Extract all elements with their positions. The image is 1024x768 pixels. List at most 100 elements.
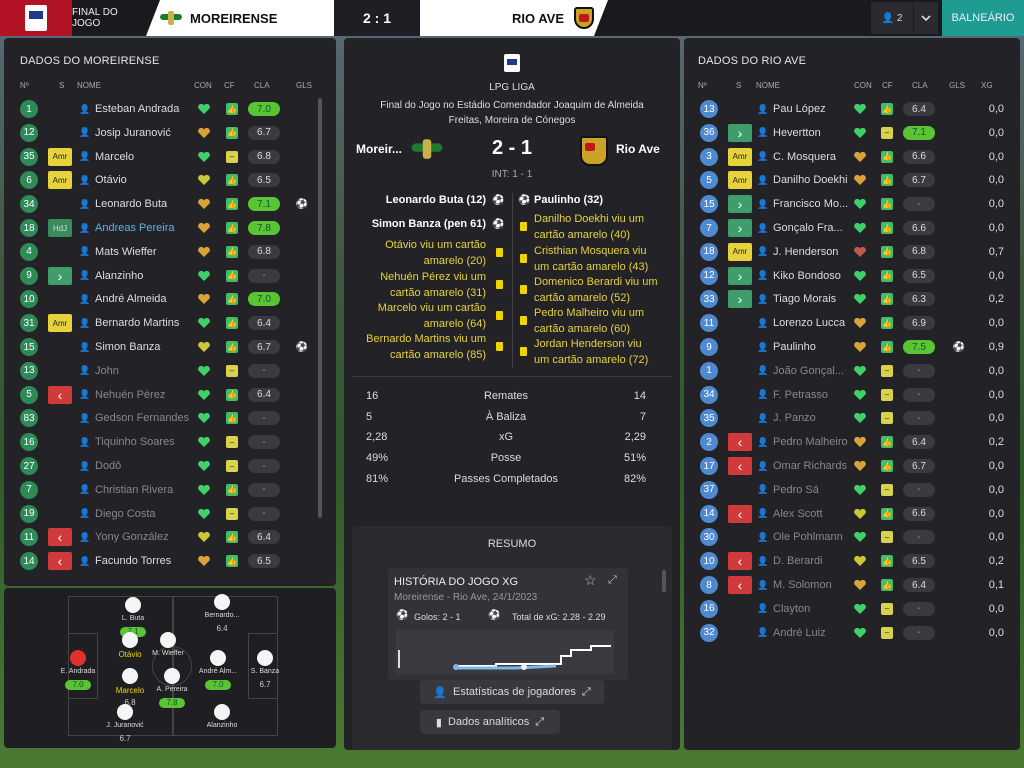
player-name[interactable]: Tiago Morais (773, 288, 855, 310)
player-row[interactable]: 17 ‹ 👤 Omar Richards 👍 6.7 0,0 (696, 455, 1004, 477)
player-row[interactable]: 5 ‹ 👤 Nehuén Pérez 👍 6.4 (16, 384, 316, 406)
player-name[interactable]: Hevertton (773, 122, 855, 144)
player-name[interactable]: Francisco Mo... (773, 193, 855, 215)
player-name[interactable]: D. Berardi (773, 550, 855, 572)
col-num[interactable]: Nº (20, 81, 29, 90)
player-name[interactable]: Marcelo (95, 146, 195, 168)
player-row[interactable]: 9 › 👤 Alanzinho 👍 - (16, 265, 316, 287)
home-team-tab[interactable]: MOREIRENSE (146, 0, 334, 36)
player-name[interactable]: Gonçalo Fra... (773, 217, 855, 239)
col-name[interactable]: NOME (77, 81, 101, 90)
player-row[interactable]: 12 › 👤 Kiko Bondoso 👍 6.5 0,0 (696, 265, 1004, 287)
col-rating[interactable]: CLA (254, 81, 270, 90)
player-row[interactable]: 35 👤 J. Panzo – - 0,0 (696, 407, 1004, 429)
player-name[interactable]: Alanzinho (95, 265, 195, 287)
player-row[interactable]: 33 › 👤 Tiago Morais 👍 6.3 0,2 (696, 288, 1004, 310)
player-name[interactable]: Otávio (95, 169, 195, 191)
player-name[interactable]: Danilho Doekhi (773, 169, 855, 191)
col-rating[interactable]: CLA (912, 81, 928, 90)
player-name[interactable]: Paulinho (773, 336, 855, 358)
col-condition[interactable]: CON (194, 81, 212, 90)
player-row[interactable]: 1 👤 Esteban Andrada 👍 7.0 (16, 98, 316, 120)
player-row[interactable]: 31 Amr 👤 Bernardo Martins 👍 6.4 (16, 312, 316, 334)
player-row[interactable]: 15 👤 Simon Banza 👍 6.7 ⚽ (16, 336, 316, 358)
player-row[interactable]: 5 Amr 👤 Danilho Doekhi 👍 6.7 0,0 (696, 169, 1004, 191)
menu-dropdown-button[interactable] (914, 2, 938, 34)
player-row[interactable]: 13 👤 Pau López 👍 6.4 0,0 (696, 98, 1004, 120)
player-name[interactable]: Andreas Pereira (95, 217, 195, 239)
player-name[interactable]: Omar Richards (773, 455, 855, 477)
player-name[interactable]: C. Mosquera (773, 146, 855, 168)
player-name[interactable]: Clayton (773, 598, 855, 620)
player-name[interactable]: M. Solomon (773, 574, 855, 596)
player-name[interactable]: André Luiz (773, 622, 855, 644)
player-name[interactable]: Esteban Andrada (95, 98, 195, 120)
player-name[interactable]: J. Panzo (773, 407, 855, 429)
player-name[interactable]: Kiko Bondoso (773, 265, 855, 287)
col-sub[interactable]: S (736, 81, 741, 90)
player-name[interactable]: Facundo Torres (95, 550, 195, 572)
analytics-button[interactable]: ▮ Dados analíticos ⤢ (420, 710, 560, 734)
player-row[interactable]: 8 ‹ 👤 M. Solomon 👍 6.4 0,1 (696, 574, 1004, 596)
player-row[interactable]: 37 👤 Pedro Sá – - 0,0 (696, 479, 1004, 501)
player-row[interactable]: 10 ‹ 👤 D. Berardi 👍 6.5 0,2 (696, 550, 1004, 572)
player-row[interactable]: 1 👤 João Gonçal... – - 0,0 (696, 360, 1004, 382)
player-name[interactable]: Gedson Fernandes (95, 407, 195, 429)
player-row[interactable]: 11 ‹ 👤 Yony González 👍 6.4 (16, 526, 316, 548)
player-stats-button[interactable]: 👤 Estatísticas de jogadores ⤢ (420, 680, 604, 704)
player-name[interactable]: Lorenzo Lucca (773, 312, 855, 334)
player-name[interactable]: Mats Wieffer (95, 241, 195, 263)
away-team-tab[interactable]: RIO AVE (420, 0, 608, 36)
player-row[interactable]: 11 👤 Lorenzo Lucca 👍 6.9 0,0 (696, 312, 1004, 334)
col-sub[interactable]: S (59, 81, 64, 90)
player-row[interactable]: 7 👤 Christian Rivera 👍 - (16, 479, 316, 501)
col-xg[interactable]: XG (981, 81, 993, 90)
player-row[interactable]: 16 👤 Tiquinho Soares – - (16, 431, 316, 453)
player-row[interactable]: 10 👤 André Almeida 👍 7.0 (16, 288, 316, 310)
player-row[interactable]: 13 👤 John – - (16, 360, 316, 382)
player-row[interactable]: 34 👤 F. Petrasso – - 0,0 (696, 384, 1004, 406)
player-name[interactable]: Pedro Malheiro (773, 431, 855, 453)
balneario-button[interactable]: BALNEÁRIO (942, 0, 1024, 36)
player-row[interactable]: 36 › 👤 Hevertton –7.1 0,0 (696, 122, 1004, 144)
col-condition[interactable]: CON (854, 81, 872, 90)
player-name[interactable]: João Gonçal... (773, 360, 855, 382)
player-row[interactable]: 83 👤 Gedson Fernandes 👍 - (16, 407, 316, 429)
player-name[interactable]: Pau López (773, 98, 855, 120)
player-name[interactable]: Dodô (95, 455, 195, 477)
player-row[interactable]: 3 Amr 👤 C. Mosquera 👍 6.6 0,0 (696, 146, 1004, 168)
player-row[interactable]: 27 👤 Dodô – - (16, 455, 316, 477)
player-row[interactable]: 35 Amr 👤 Marcelo –6.8 (16, 146, 316, 168)
star-icon[interactable]: ☆ (584, 572, 597, 589)
player-name[interactable]: Tiquinho Soares (95, 431, 195, 453)
xg-story-card[interactable]: HISTÓRIA DO JOGO XG ☆ ⤢ Moreirense - Rio… (388, 568, 628, 680)
player-name[interactable]: Bernardo Martins (95, 312, 195, 334)
player-row[interactable]: 16 👤 Clayton – - 0,0 (696, 598, 1004, 620)
people-button[interactable]: 👤 2 (871, 2, 913, 34)
player-name[interactable]: Nehuén Pérez (95, 384, 195, 406)
col-cf[interactable]: CF (224, 81, 235, 90)
player-row[interactable]: 4 👤 Mats Wieffer 👍 6.8 (16, 241, 316, 263)
scrollbar[interactable] (318, 98, 322, 518)
player-name[interactable]: Simon Banza (95, 336, 195, 358)
player-name[interactable]: Leonardo Buta (95, 193, 195, 215)
player-row[interactable]: 18 Amr 👤 J. Henderson 👍 6.8 0,7 (696, 241, 1004, 263)
player-name[interactable]: Josip Juranović (95, 122, 195, 144)
player-name[interactable]: Yony González (95, 526, 195, 548)
player-row[interactable]: 2 ‹ 👤 Pedro Malheiro 👍 6.4 0,2 (696, 431, 1004, 453)
player-name[interactable]: Alex Scott (773, 503, 855, 525)
player-row[interactable]: 19 👤 Diego Costa – - (16, 503, 316, 525)
player-row[interactable]: 15 › 👤 Francisco Mo... 👍 - 0,0 (696, 193, 1004, 215)
player-name[interactable]: John (95, 360, 195, 382)
col-num[interactable]: Nº (698, 81, 707, 90)
col-cf[interactable]: CF (882, 81, 893, 90)
player-row[interactable]: 34 👤 Leonardo Buta 👍 7.1 ⚽ (16, 193, 316, 215)
player-name[interactable]: André Almeida (95, 288, 195, 310)
player-name[interactable]: F. Petrasso (773, 384, 855, 406)
player-row[interactable]: 14 ‹ 👤 Alex Scott 👍 6.6 0,0 (696, 503, 1004, 525)
player-row[interactable]: 7 › 👤 Gonçalo Fra... 👍 6.6 0,0 (696, 217, 1004, 239)
col-name[interactable]: NOME (756, 81, 780, 90)
player-row[interactable]: 32 👤 André Luiz – - 0,0 (696, 622, 1004, 644)
player-name[interactable]: Pedro Sá (773, 479, 855, 501)
player-row[interactable]: 18 HdJ 👤 Andreas Pereira 👍 7.8 (16, 217, 316, 239)
